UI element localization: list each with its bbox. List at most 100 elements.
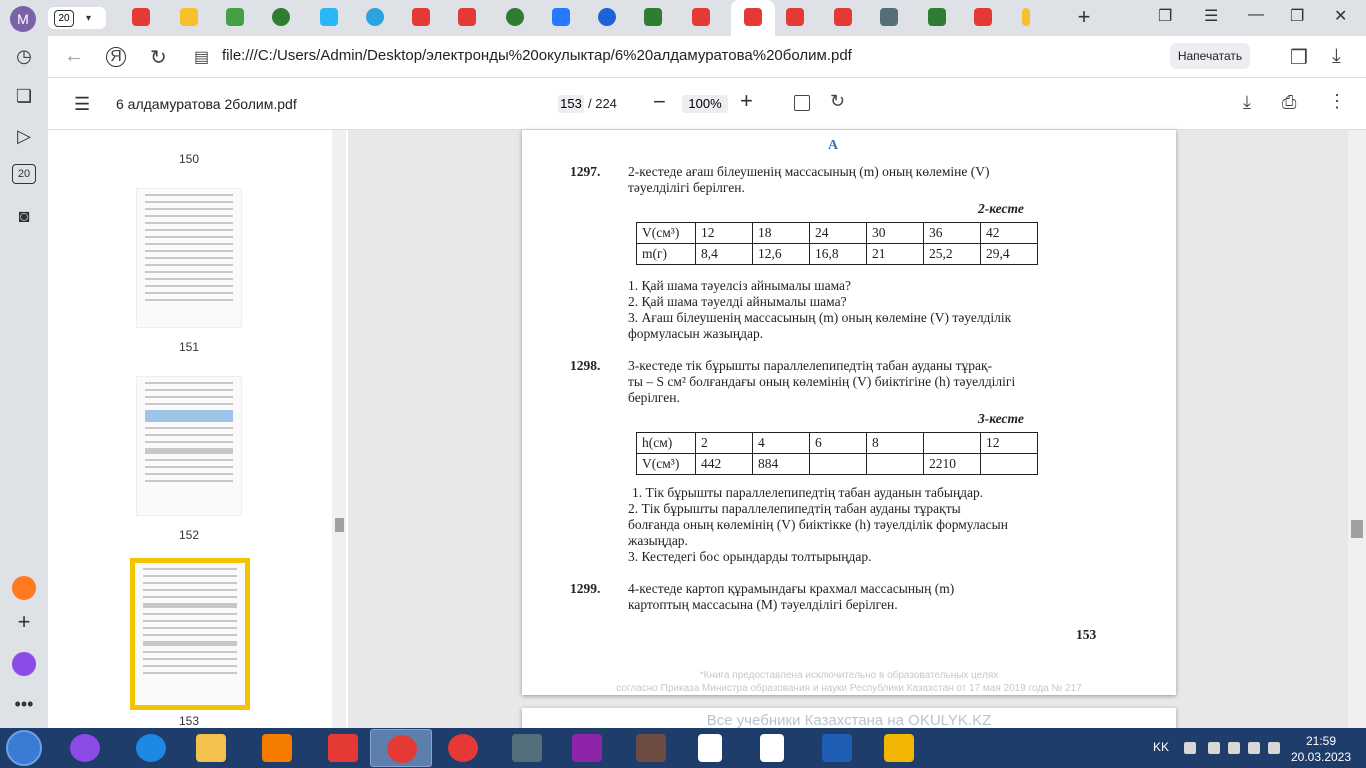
fit-page-icon[interactable]	[794, 95, 810, 111]
alice-icon[interactable]	[12, 576, 36, 600]
pdf-toolbar: ☰ 6 алдамуратова 2болим.pdf 153 / 224 − …	[48, 78, 1366, 130]
tray-volume-icon[interactable]	[1248, 742, 1260, 754]
taskbar-file-icon-2[interactable]	[760, 734, 784, 762]
document-scrollbar[interactable]	[1348, 130, 1366, 728]
tab-green-icon[interactable]	[272, 8, 290, 26]
tray-arrow-icon[interactable]	[1184, 742, 1196, 754]
rotate-icon[interactable]: ↻	[830, 91, 845, 112]
taskbar-winrar-icon[interactable]	[572, 734, 602, 762]
tab-counter-button[interactable]: 20 ▾	[48, 7, 106, 29]
tab-pdf-icon-2[interactable]	[786, 8, 804, 26]
tab-cube-icon[interactable]	[552, 8, 570, 26]
thumbnail-page-selected[interactable]	[130, 558, 250, 710]
zoom-in-button[interactable]: +	[740, 88, 753, 114]
taskbar-active-app[interactable]	[370, 729, 432, 767]
tab-active[interactable]	[731, 0, 775, 36]
tab-green-icon-2[interactable]	[506, 8, 524, 26]
document-title: 6 алдамуратова 2болим.pdf	[116, 96, 297, 112]
minimize-icon[interactable]: —	[1248, 6, 1264, 24]
download-icon[interactable]: ⤓	[1332, 45, 1341, 68]
tab-yandex-icon-2[interactable]	[458, 8, 476, 26]
print-icon[interactable]: ⎙	[1282, 92, 1296, 113]
profile-avatar[interactable]: M	[10, 6, 36, 32]
table-cell: m(г)	[636, 243, 696, 265]
tabs-menu-icon[interactable]: ☰	[1204, 6, 1218, 26]
thumbnail-page[interactable]	[136, 376, 242, 516]
taskbar-game-icon[interactable]	[512, 734, 542, 762]
pdf-icon	[744, 8, 762, 26]
tab-yandex-icon-3[interactable]	[692, 8, 710, 26]
bookmarks-icon[interactable]: ❏	[12, 84, 36, 108]
new-tab-button[interactable]: +	[1073, 6, 1095, 29]
taskbar-ie-icon[interactable]	[136, 734, 166, 762]
taskbar-word-icon[interactable]	[822, 734, 852, 762]
tray-flag-icon[interactable]	[1208, 742, 1220, 754]
tab-sheet-icon[interactable]	[226, 8, 244, 26]
table-caption: 2-кесте	[978, 201, 1024, 216]
clock-time[interactable]: 21:59	[1296, 734, 1346, 748]
extensions-icon[interactable]: ❒	[1290, 45, 1308, 70]
tab-yandex-icon[interactable]	[132, 8, 150, 26]
tab-book-icon[interactable]	[644, 8, 662, 26]
tab-yandex-icon-5[interactable]	[974, 8, 992, 26]
problem-text: 4-кестеде картоп құрамындағы крахмал мас…	[628, 581, 955, 596]
zoom-input[interactable]: 100%	[682, 95, 728, 113]
taskbar-explorer-icon[interactable]	[196, 734, 226, 762]
download-pdf-icon[interactable]: ⤓	[1243, 92, 1251, 113]
tab-pdf-icon[interactable]	[412, 8, 430, 26]
table-cell: 6	[809, 432, 867, 454]
restore-icon[interactable]: ❐	[1290, 6, 1304, 26]
table-cell: 884	[752, 453, 810, 475]
table-cell: 36	[923, 222, 981, 244]
assistant-icon[interactable]	[12, 652, 36, 676]
taskbar-yellow-icon[interactable]	[884, 734, 914, 762]
add-icon[interactable]: +	[12, 610, 36, 634]
taskbar-media-icon[interactable]	[262, 734, 292, 762]
reload-icon[interactable]: ↻	[150, 45, 167, 70]
collections-icon[interactable]: ❐	[1158, 6, 1172, 26]
play-icon[interactable]: ▷	[12, 124, 36, 148]
problem-text: 2-кестеде ағаш білеушенің массасының (m)…	[628, 164, 990, 179]
screenshot-icon[interactable]: ◙	[12, 204, 36, 228]
back-icon[interactable]: ←	[64, 45, 84, 68]
question-text: 2. Тік бұрышты параллелепипедтің табан а…	[628, 501, 961, 516]
thumbnail-scrollbar[interactable]	[332, 130, 346, 728]
page-number-input[interactable]: 153	[558, 95, 584, 113]
question-text: 1. Қай шама тәуелсіз айнымалы шама?	[628, 278, 852, 293]
print-button[interactable]: Напечатать	[1170, 43, 1250, 69]
taskbar-file-icon[interactable]	[698, 734, 722, 762]
tab-yandex-icon-4[interactable]	[834, 8, 852, 26]
start-button[interactable]	[6, 730, 42, 766]
clock-date[interactable]: 20.03.2023	[1284, 750, 1358, 764]
language-indicator[interactable]: KK	[1153, 740, 1169, 754]
page-total: / 224	[588, 96, 617, 111]
more-icon[interactable]: •••	[12, 692, 36, 716]
tab-info-icon[interactable]	[1022, 8, 1030, 26]
history-icon[interactable]: ◷	[12, 44, 36, 68]
taskbar-yandex-icon[interactable]	[328, 734, 358, 762]
tabs-count-icon[interactable]: 20	[12, 164, 36, 184]
scroll-handle[interactable]	[1351, 520, 1363, 538]
tab-book-icon-2[interactable]	[928, 8, 946, 26]
yandex-icon[interactable]: Я	[106, 47, 126, 67]
tab-mail-icon[interactable]	[180, 8, 198, 26]
url-field[interactable]: file:///C:/Users/Admin/Desktop/электронд…	[222, 47, 852, 64]
page-number: 153	[1076, 627, 1097, 642]
tray-app-icon[interactable]	[1268, 742, 1280, 754]
tab-books-icon[interactable]	[880, 8, 898, 26]
table-cell: 18	[752, 222, 810, 244]
zoom-out-button[interactable]: −	[653, 89, 666, 115]
scroll-handle[interactable]	[335, 518, 344, 532]
taskbar-opera-icon[interactable]	[448, 734, 478, 762]
close-icon[interactable]: ✕	[1334, 6, 1347, 26]
tab-blue-icon[interactable]	[320, 8, 338, 26]
tray-network-icon[interactable]	[1228, 742, 1240, 754]
problem-text: ты – S см² болғандағы оның көлемінің (V)…	[628, 374, 1016, 389]
thumbnail-page[interactable]	[136, 188, 242, 328]
more-options-icon[interactable]: ⋮	[1328, 91, 1346, 112]
taskbar-alice-icon[interactable]	[70, 734, 100, 762]
tab-telegram-icon[interactable]	[366, 8, 384, 26]
taskbar-app-icon[interactable]	[636, 734, 666, 762]
menu-icon[interactable]: ☰	[74, 94, 90, 115]
tab-u-icon[interactable]	[598, 8, 616, 26]
